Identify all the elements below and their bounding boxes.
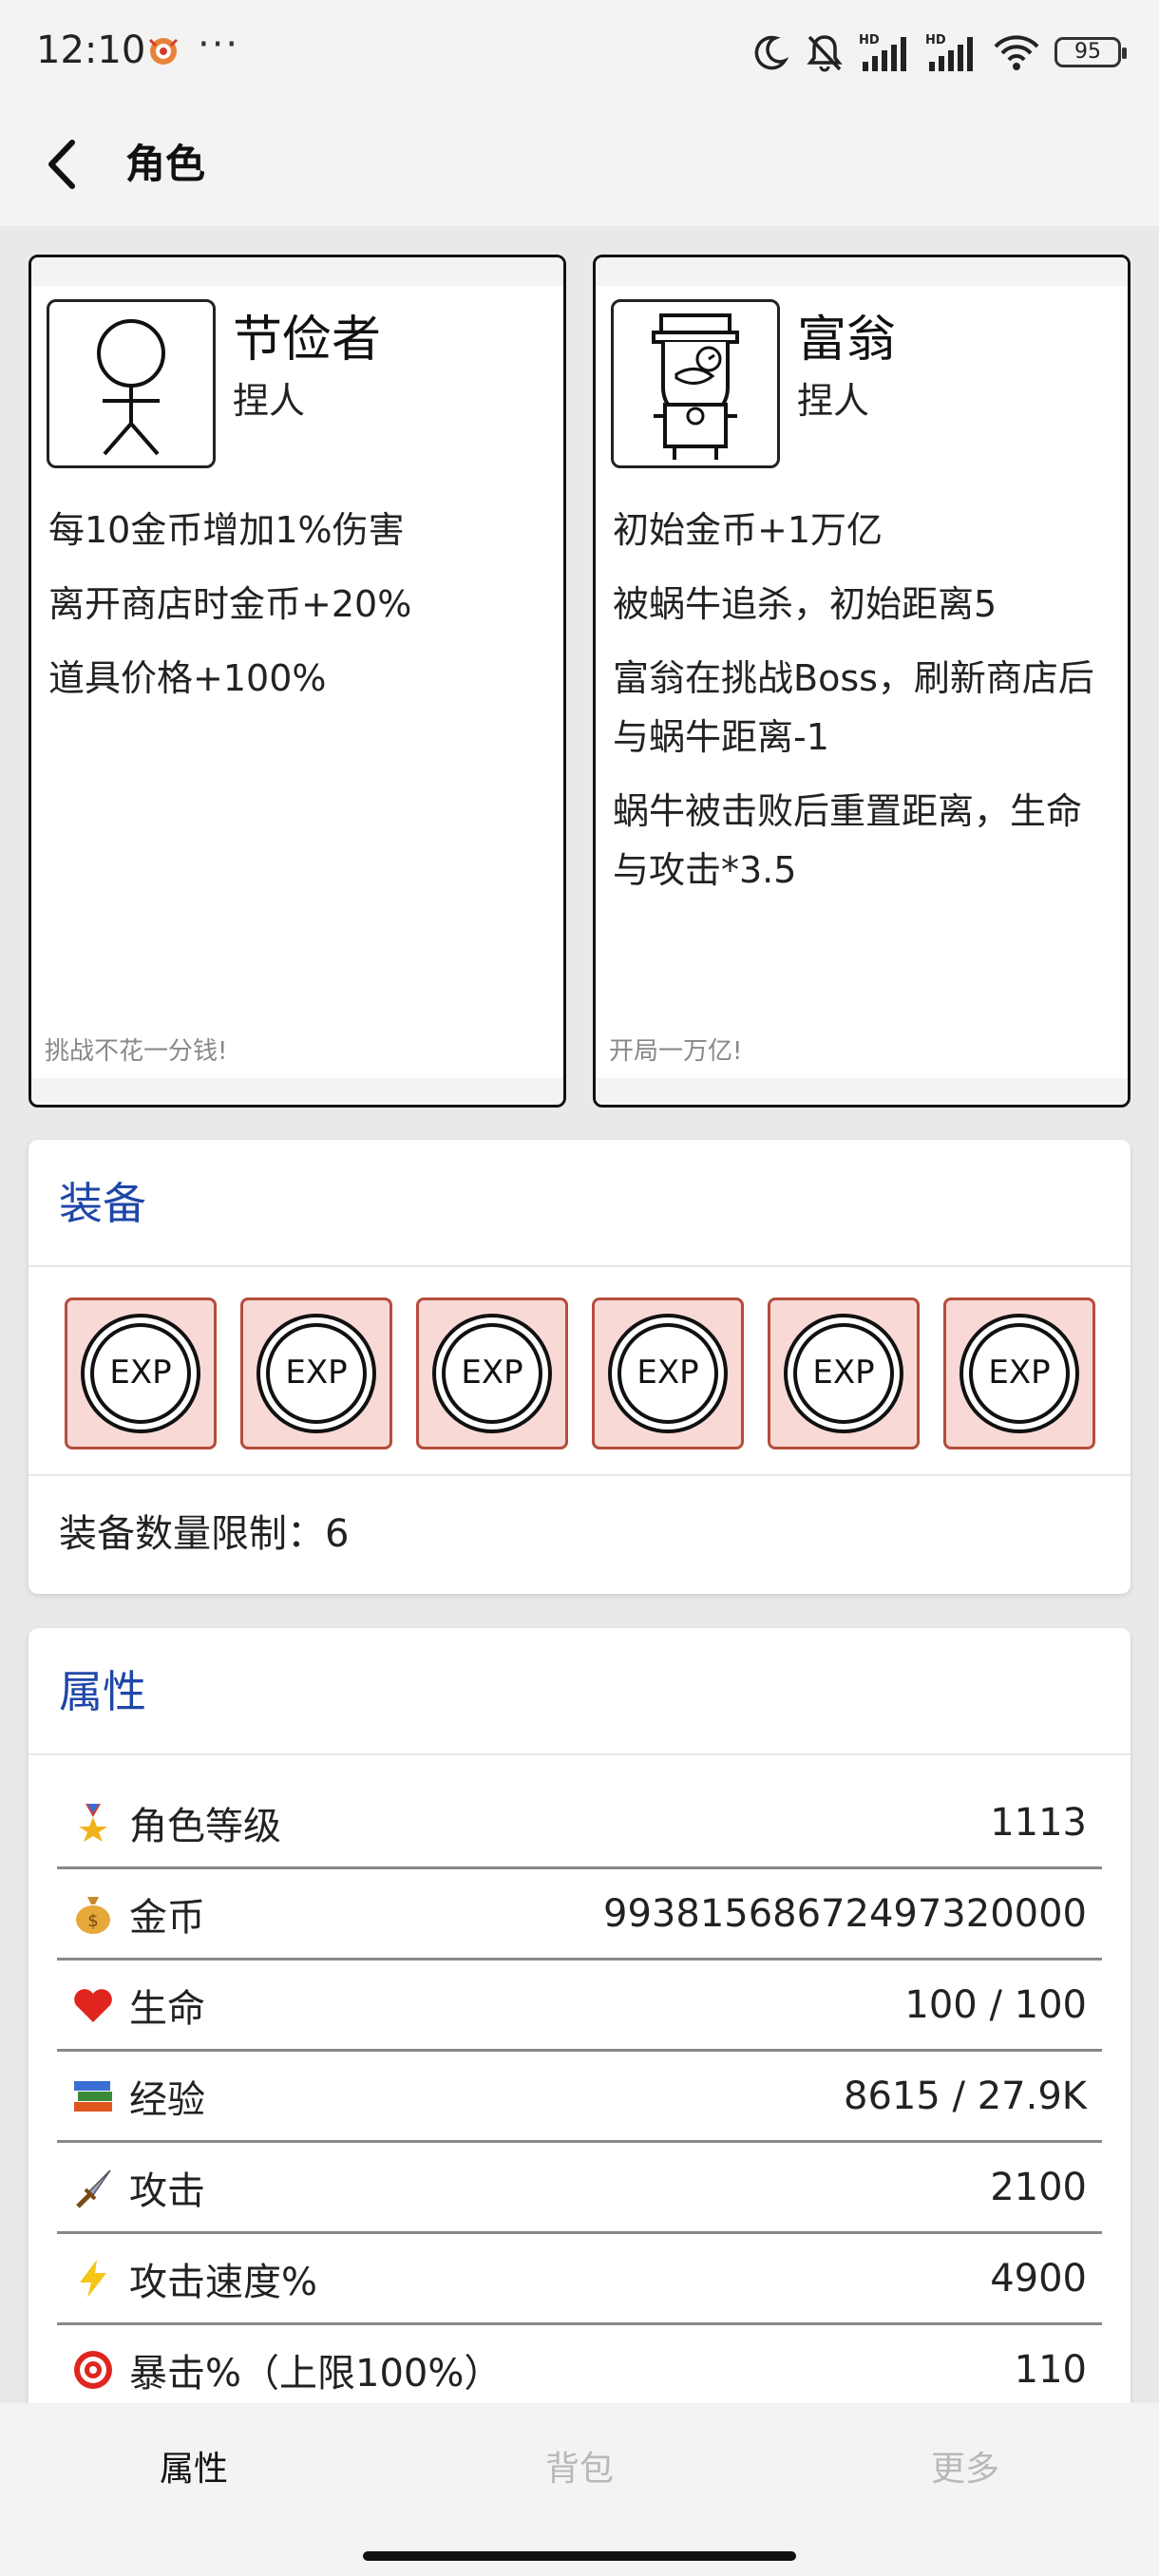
attributes-list: 角色等级 1113 $ 金币 99381568672497320000 生命 1… xyxy=(57,1778,1102,2403)
description-line: 被蜗牛追杀，初始距离5 xyxy=(613,583,998,625)
description-line: 蜗牛被击败后重置距离，生命与攻击*3.5 xyxy=(613,790,1083,891)
mute-bell-icon xyxy=(807,35,843,72)
equipment-slot[interactable]: EXP xyxy=(592,1297,744,1449)
character-name: 节俭者 xyxy=(233,312,382,369)
card-top-strip xyxy=(596,257,1128,286)
attribute-value: 4900 xyxy=(990,2256,1087,2301)
rich-man-icon xyxy=(652,313,739,460)
character-type: 捏人 xyxy=(233,380,306,422)
divider xyxy=(28,1474,1130,1476)
equipment-panel: 装备 EXP EXP EXP EXP EXP EXP 装备数量限制：6 xyxy=(28,1140,1130,1594)
exp-label: EXP xyxy=(109,1354,172,1392)
attribute-label: 角色等级 xyxy=(129,1804,281,1848)
attribute-value: 1113 xyxy=(990,1800,1087,1845)
character-card-frugal[interactable]: 节俭者 捏人 每10金币增加1%伤害 离开商店时金币+20% 道具价格+100%… xyxy=(28,255,566,1108)
attribute-value: 100 / 100 xyxy=(904,1982,1087,2027)
lightning-icon xyxy=(70,2256,116,2301)
status-icons: HD HD 95 xyxy=(750,28,1127,76)
description-line: 初始金币+1万亿 xyxy=(613,509,884,551)
attribute-label: 生命 xyxy=(129,1986,205,2031)
attribute-row-hp: 生命 100 / 100 xyxy=(57,1960,1102,2052)
avatar xyxy=(47,299,216,468)
attribute-label: 金币 xyxy=(129,1895,205,1940)
equipment-slot[interactable]: EXP xyxy=(65,1297,217,1449)
svg-text:$: $ xyxy=(87,1911,98,1931)
equipment-slot[interactable]: EXP xyxy=(943,1297,1095,1449)
equipment-slot[interactable]: EXP xyxy=(416,1297,568,1449)
moon-icon xyxy=(754,35,789,70)
character-type: 捏人 xyxy=(797,380,870,422)
equipment-title: 装备 xyxy=(28,1140,1130,1267)
character-card-rich[interactable]: 富翁 捏人 初始金币+1万亿 被蜗牛追杀，初始距离5 富翁在挑战Boss，刷新商… xyxy=(593,255,1130,1108)
status-more-dots: ··· xyxy=(198,23,240,66)
exp-label: EXP xyxy=(461,1354,523,1392)
attribute-row-crit: 暴击%（上限100%） 110 xyxy=(57,2325,1102,2403)
attribute-value: 2100 xyxy=(990,2165,1087,2209)
dagger-icon xyxy=(70,2165,116,2210)
description-line: 每10金币增加1%伤害 xyxy=(48,509,405,551)
hd-signal-icon-1: HD xyxy=(859,31,912,73)
equipment-slot[interactable]: EXP xyxy=(768,1297,920,1449)
character-description: 初始金币+1万亿 被蜗牛追杀，初始距离5 富翁在挑战Boss，刷新商店后与蜗牛距… xyxy=(613,501,1111,915)
bottom-navigation: 属性 背包 更多 xyxy=(0,2403,1159,2576)
page-title: 角色 xyxy=(125,141,206,187)
chevron-left-icon xyxy=(48,140,75,189)
attribute-label: 经验 xyxy=(129,2077,205,2122)
battery-indicator: 95 xyxy=(1054,37,1127,67)
wifi-icon xyxy=(994,35,1039,70)
equipment-slot[interactable]: EXP xyxy=(240,1297,392,1449)
character-name: 富翁 xyxy=(797,312,897,369)
exp-label: EXP xyxy=(988,1354,1051,1392)
content-area[interactable]: 节俭者 捏人 每10金币增加1%伤害 离开商店时金币+20% 道具价格+100%… xyxy=(0,226,1159,2403)
attribute-value: 8615 / 27.9K xyxy=(844,2074,1087,2118)
attribute-label: 攻击 xyxy=(129,2169,205,2213)
equipment-slots: EXP EXP EXP EXP EXP EXP xyxy=(65,1297,1095,1449)
attributes-title: 属性 xyxy=(28,1628,1130,1755)
tab-more[interactable]: 更多 xyxy=(931,2441,999,2491)
description-line: 富翁在挑战Boss，刷新商店后与蜗牛距离-1 xyxy=(613,657,1094,758)
heart-icon xyxy=(70,1982,116,2028)
app-notification-icon xyxy=(148,38,179,65)
exp-label: EXP xyxy=(812,1354,875,1392)
medal-icon xyxy=(70,1800,116,1846)
description-line: 道具价格+100% xyxy=(48,657,327,699)
status-time: 12:10 xyxy=(36,28,146,72)
attribute-row-attack-speed: 攻击速度% 4900 xyxy=(57,2234,1102,2325)
books-icon xyxy=(70,2074,116,2119)
card-bottom-strip xyxy=(596,1078,1128,1105)
hd-signal-icon-2: HD xyxy=(925,31,978,73)
equipment-limit: 装备数量限制：6 xyxy=(59,1512,350,1556)
description-line: 离开商店时金币+20% xyxy=(48,583,412,625)
attribute-label: 攻击速度% xyxy=(129,2260,318,2304)
attribute-row-exp: 经验 8615 / 27.9K xyxy=(57,2052,1102,2143)
attribute-value: 99381568672497320000 xyxy=(603,1891,1087,1936)
target-icon xyxy=(70,2347,116,2393)
card-top-strip xyxy=(31,257,563,286)
money-bag-icon: $ xyxy=(70,1891,116,1937)
character-slogan: 挑战不花一分钱! xyxy=(45,1037,228,1066)
attribute-value: 110 xyxy=(1014,2347,1087,2392)
attributes-panel: 属性 角色等级 1113 $ 金币 99381568672497320000 生… xyxy=(28,1628,1130,2403)
avatar xyxy=(611,299,780,468)
stick-figure-icon xyxy=(97,319,165,456)
tab-attributes[interactable]: 属性 xyxy=(160,2441,228,2491)
exp-label: EXP xyxy=(285,1354,348,1392)
attribute-row-gold: $ 金币 99381568672497320000 xyxy=(57,1869,1102,1960)
home-indicator[interactable] xyxy=(363,2551,796,2561)
attribute-row-attack: 攻击 2100 xyxy=(57,2143,1102,2234)
character-slogan: 开局一万亿! xyxy=(609,1037,743,1066)
app-header: 角色 xyxy=(0,103,1159,226)
character-description: 每10金币增加1%伤害 离开商店时金币+20% 道具价格+100% xyxy=(48,501,546,723)
card-bottom-strip xyxy=(31,1078,563,1105)
attribute-row-level: 角色等级 1113 xyxy=(57,1778,1102,1869)
back-button[interactable] xyxy=(38,131,95,198)
exp-label: EXP xyxy=(636,1354,699,1392)
tab-backpack[interactable]: 背包 xyxy=(545,2441,614,2491)
attribute-label: 暴击%（上限100%） xyxy=(129,2351,503,2396)
status-bar: 12:10 ··· HD HD 95 xyxy=(0,0,1159,103)
